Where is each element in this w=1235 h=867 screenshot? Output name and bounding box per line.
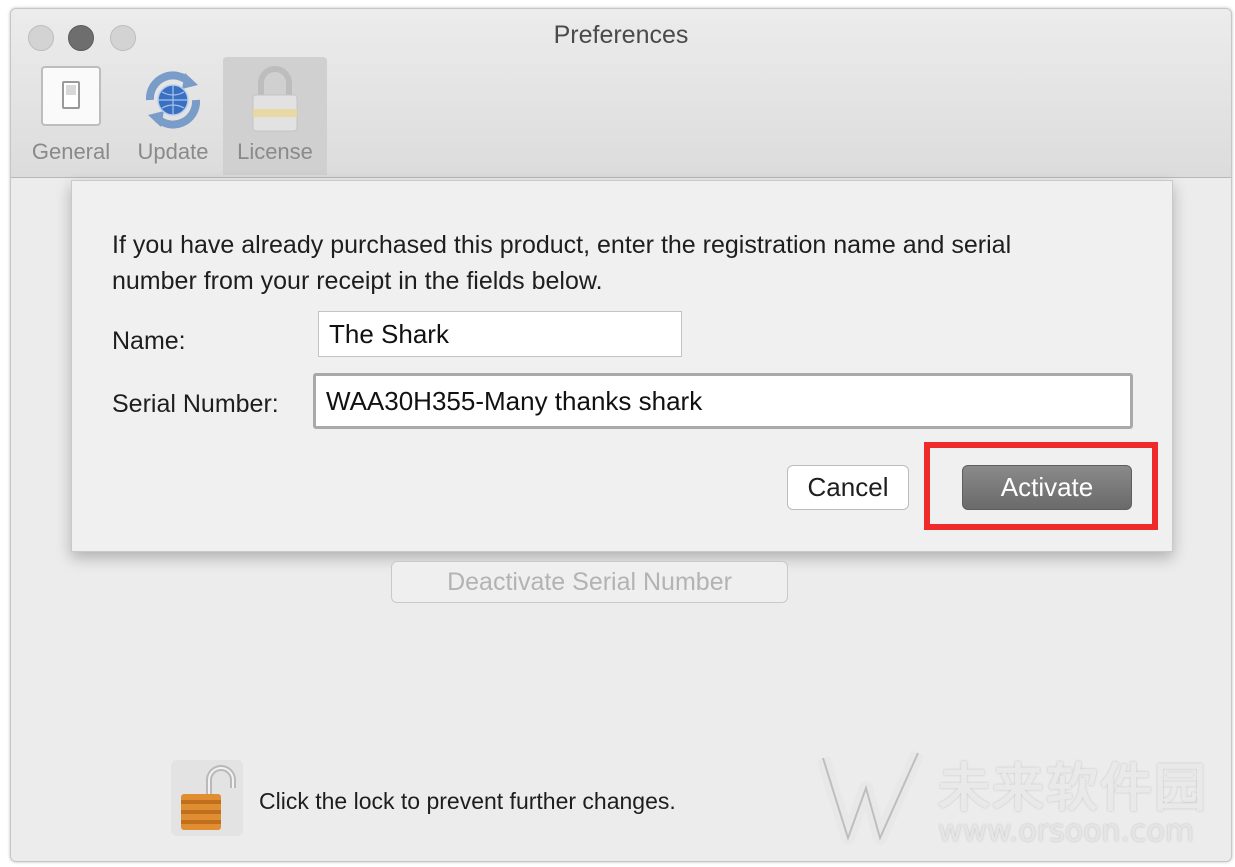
tab-license[interactable]: License <box>223 57 327 175</box>
tab-general[interactable]: General <box>21 57 121 175</box>
site-watermark: 未来软件园 www.orsoon.com <box>808 740 1228 858</box>
serial-number-label: Serial Number: <box>112 390 279 418</box>
watermark-logo-icon <box>816 748 928 853</box>
instructions-text: If you have already purchased this produ… <box>112 231 1012 295</box>
unlocked-padlock-icon[interactable] <box>171 760 243 841</box>
tab-label: License <box>237 139 313 164</box>
deactivate-serial-button[interactable]: Deactivate Serial Number <box>391 561 788 603</box>
window-title: Preferences <box>553 21 689 49</box>
name-field[interactable] <box>318 311 682 357</box>
serial-number-field[interactable] <box>313 373 1133 429</box>
watermark-brand: 未来软件园 <box>938 759 1209 819</box>
lock-instruction-text: Click the lock to prevent further change… <box>259 788 676 814</box>
name-label: Name: <box>112 327 186 355</box>
switch-icon <box>40 65 102 132</box>
padlock-icon <box>247 65 303 140</box>
update-globe-icon <box>138 65 208 140</box>
tab-label: General <box>31 139 111 164</box>
cancel-button[interactable]: Cancel <box>787 465 909 510</box>
watermark-url: www.orsoon.com <box>938 814 1195 849</box>
tab-update[interactable]: Update <box>123 57 223 175</box>
registration-sheet: If you have already purchased this produ… <box>71 180 1173 552</box>
titlebar: Preferences General Update License <box>11 9 1231 178</box>
preferences-window: Preferences General Update License If yo… <box>10 8 1232 862</box>
tab-label: Update <box>137 139 209 164</box>
activate-button[interactable]: Activate <box>962 465 1132 510</box>
